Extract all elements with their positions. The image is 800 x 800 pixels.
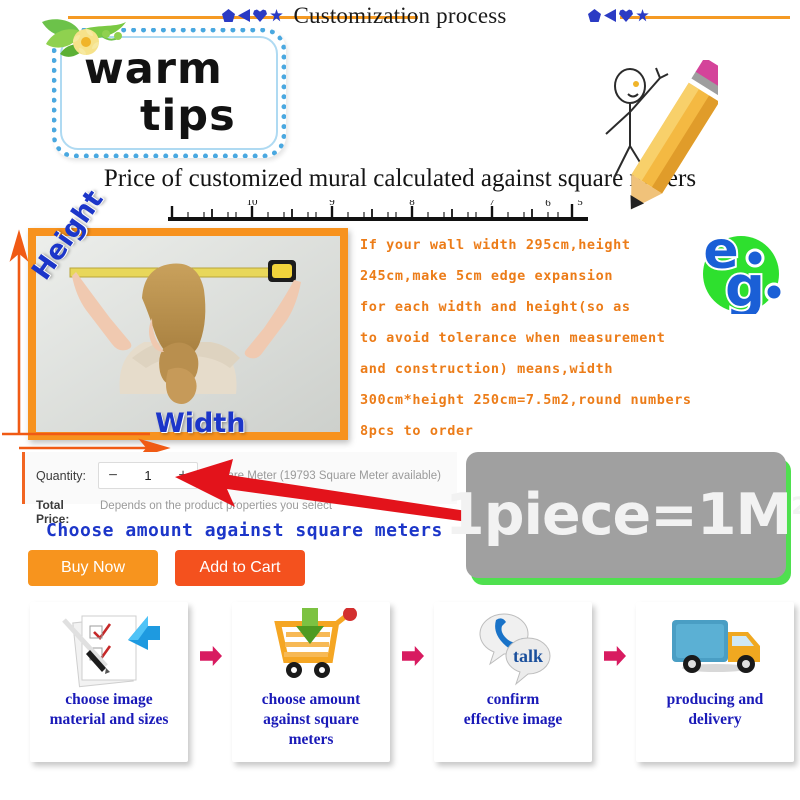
example-line: for each width and height(so as (360, 299, 631, 315)
process-arrow-3 (604, 646, 630, 672)
talk-bubble-phone-icon: talk (479, 613, 551, 686)
dimension-axes-arrows (2, 229, 171, 458)
process-step-caption: confirm effective image (463, 691, 563, 728)
process-step-4[interactable]: producing and delivery (636, 602, 794, 762)
example-line: If your wall width 295cm,height (360, 237, 631, 253)
header-decoration-right (588, 9, 649, 22)
pentagon-icon (588, 9, 601, 22)
process-step-3[interactable]: talk confirm effective image (434, 602, 592, 762)
pentagon-icon (222, 9, 235, 22)
delivery-truck-icon (672, 620, 760, 673)
buy-now-button[interactable]: Buy Now (28, 550, 158, 586)
example-line: to avoid tolerance when measurement (360, 330, 666, 346)
ruler-tick-9: 9 (329, 200, 335, 208)
piece-badge-text: 1piece=1M2 (445, 482, 800, 548)
process-steps: choose image material and sizes choose a… (0, 600, 800, 800)
warm-tips-line2: tips (140, 91, 236, 141)
triangle-icon (604, 9, 616, 22)
process-step-caption: producing and delivery (666, 691, 764, 728)
header-decoration-left (222, 9, 283, 22)
one-piece-equals-one-square-meter-badge: 1piece=1M2 (445, 452, 800, 578)
ruler-graphic: 10 9 8 7 6 5 (168, 200, 588, 221)
pencil-with-person-icon (605, 60, 718, 210)
shopping-cart-download-icon (274, 608, 357, 678)
ruler-tick-5: 5 (577, 200, 583, 208)
process-arrow-2 (402, 646, 428, 672)
page-root: Customization process warm tips Price of… (0, 0, 800, 800)
process-step-caption: choose image material and sizes (49, 691, 169, 728)
piece-badge-superscript: 2 (791, 492, 800, 520)
eg-letter-g: g (725, 255, 765, 314)
ruler-tick-7: 7 (489, 200, 495, 208)
process-arrow-1 (200, 646, 226, 672)
flower-decoration-icon (42, 19, 126, 57)
quantity-decrement-button[interactable]: − (99, 464, 127, 487)
example-line: 245cm,make 5cm edge expansion (360, 268, 614, 284)
svg-text:talk: talk (513, 646, 543, 666)
example-line: 300cm*height 250cm=7.5m2,round numbers (360, 392, 692, 408)
cta-button-row: Buy Now Add to Cart (28, 550, 305, 586)
example-line: 8pcs to order (360, 423, 474, 439)
heart-icon (619, 9, 633, 22)
ruler-tick-10: 10 (247, 200, 259, 208)
document-checklist-icon (62, 615, 160, 688)
eg-badge-icon: e g (701, 222, 784, 314)
process-step-2[interactable]: choose amount against square meters (232, 602, 390, 762)
star-icon (270, 9, 283, 22)
star-icon (636, 9, 649, 22)
example-line: and construction) means,width (360, 361, 614, 377)
ruler-tick-6: 6 (545, 200, 551, 209)
example-note: If your wall width 295cm,height 245cm,ma… (360, 230, 720, 447)
process-step-1[interactable]: choose image material and sizes (30, 602, 188, 762)
heart-icon (253, 9, 267, 22)
ruler-tick-8: 8 (409, 200, 415, 208)
triangle-icon (238, 9, 250, 22)
add-to-cart-button[interactable]: Add to Cart (175, 550, 305, 586)
process-step-caption: choose amount against square meters (261, 691, 361, 748)
quantity-label: Quantity: (36, 468, 87, 483)
quantity-input[interactable] (127, 467, 169, 484)
